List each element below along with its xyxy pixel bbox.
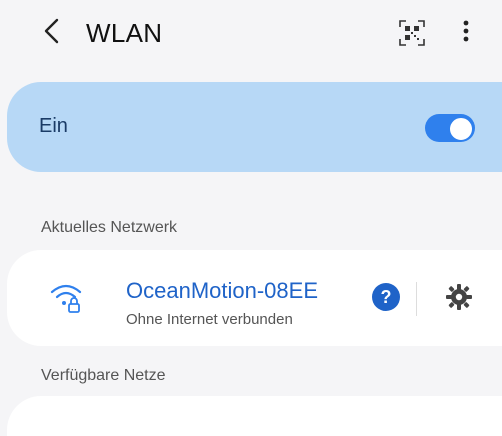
network-status: Ohne Internet verbunden bbox=[126, 311, 293, 328]
wlan-toggle[interactable] bbox=[425, 114, 475, 142]
help-icon[interactable]: ? bbox=[372, 283, 400, 311]
back-chevron-icon[interactable] bbox=[40, 17, 64, 45]
qr-code-scanner-icon[interactable] bbox=[399, 20, 425, 46]
available-networks-card bbox=[7, 396, 502, 436]
toggle-knob bbox=[449, 117, 473, 141]
page-title: WLAN bbox=[86, 18, 163, 48]
wifi-lock-icon bbox=[50, 284, 82, 313]
switch-label: Ein bbox=[39, 115, 68, 137]
current-network-card[interactable]: OceanMotion-08EE Ohne Internet verbunden… bbox=[7, 250, 502, 346]
wlan-master-switch-row[interactable]: Ein bbox=[7, 82, 502, 172]
section-available-networks: Verfügbare Netze bbox=[41, 367, 166, 384]
top-bar: WLAN bbox=[0, 0, 502, 64]
gear-icon[interactable] bbox=[445, 283, 473, 311]
divider bbox=[416, 282, 417, 316]
section-current-network: Aktuelles Netzwerk bbox=[41, 219, 178, 236]
more-options-icon[interactable] bbox=[456, 16, 476, 46]
network-name: OceanMotion-08EE bbox=[126, 278, 318, 303]
